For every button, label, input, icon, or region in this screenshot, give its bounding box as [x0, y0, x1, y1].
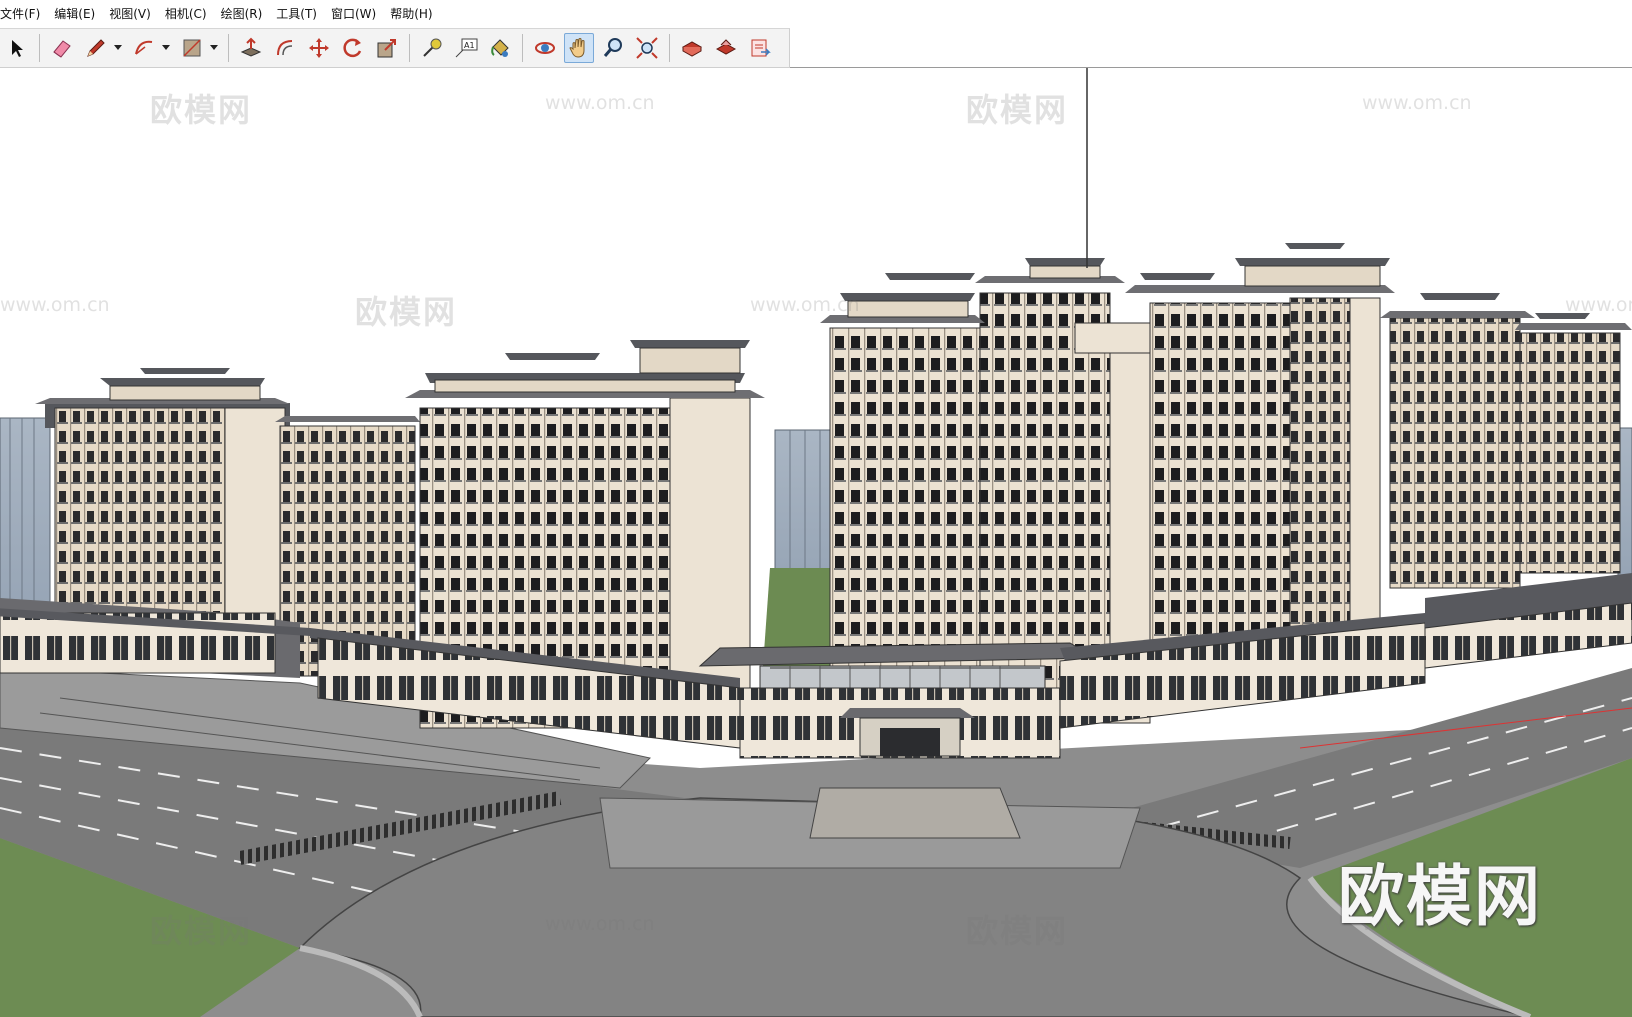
- select-tool-button[interactable]: [2, 33, 32, 63]
- push-pull-icon: [240, 37, 262, 57]
- watermark-url: www.om.cn: [1565, 294, 1632, 316]
- offset-tool-button[interactable]: [270, 33, 300, 63]
- watermark-text: 欧模网: [966, 912, 1069, 950]
- zoom-tool-button[interactable]: [598, 33, 628, 63]
- watermark-url: www.om.cn: [545, 92, 655, 114]
- scale-tool-button[interactable]: [372, 33, 402, 63]
- zoom-extents-tool-button[interactable]: [632, 33, 662, 63]
- menu-view[interactable]: 视图(V): [102, 0, 158, 28]
- toolbar-separator: [228, 34, 229, 62]
- menu-camera[interactable]: 相机(C): [158, 0, 214, 28]
- rotate-tool-button[interactable]: [338, 33, 368, 63]
- main-toolbar: A1: [0, 28, 790, 68]
- pan-tool-button[interactable]: [564, 33, 594, 63]
- rectangle-tool-button[interactable]: [177, 33, 207, 63]
- offset-icon: [277, 40, 293, 56]
- share-model-icon: [715, 39, 737, 55]
- layout-button[interactable]: [745, 33, 775, 63]
- move-icon: [309, 38, 329, 58]
- arc-icon: [135, 40, 153, 55]
- tape-measure-tool-button[interactable]: [417, 33, 447, 63]
- chevron-down-icon: [114, 45, 122, 50]
- model-viewport[interactable]: 欧模网 www.om.cn 欧模网 www.om.cn www.om.cn 欧模…: [0, 68, 1632, 1017]
- pencil-icon: [87, 39, 105, 57]
- menu-tools[interactable]: 工具(T): [269, 0, 324, 28]
- zoom-extents-icon: [636, 37, 658, 59]
- push-pull-tool-button[interactable]: [236, 33, 266, 63]
- move-tool-button[interactable]: [304, 33, 334, 63]
- pencil-tool-button[interactable]: [81, 33, 111, 63]
- menu-help[interactable]: 帮助(H): [383, 0, 439, 28]
- watermark-text: 欧模网: [150, 91, 253, 129]
- toolbar-empty-area: [790, 28, 1632, 68]
- watermark-url: www.om.cn: [750, 294, 860, 316]
- menu-bar: 文件(F) 编辑(E) 视图(V) 相机(C) 绘图(R) 工具(T) 窗口(W…: [0, 0, 1632, 28]
- orbit-tool-button[interactable]: [530, 33, 560, 63]
- toolbar-separator: [39, 34, 40, 62]
- menu-edit[interactable]: 编辑(E): [47, 0, 102, 28]
- zoom-icon: [603, 38, 622, 57]
- menu-draw[interactable]: 绘图(R): [214, 0, 270, 28]
- chevron-down-icon: [210, 45, 218, 50]
- rotate-icon: [343, 38, 362, 58]
- scale-icon: [377, 39, 396, 58]
- watermark-text: 欧模网: [966, 91, 1069, 129]
- warehouse-button[interactable]: [677, 33, 707, 63]
- text-tool-button[interactable]: A1: [451, 33, 481, 63]
- paint-bucket-icon: [491, 39, 509, 57]
- rectangle-dropdown[interactable]: [209, 33, 219, 63]
- watermark-url: www.om.cn: [545, 913, 655, 935]
- rectangle-icon: [183, 39, 201, 57]
- tape-measure-icon: [423, 38, 442, 57]
- eraser-icon: [53, 40, 71, 58]
- share-model-button[interactable]: [711, 33, 741, 63]
- watermark-text: 欧模网: [150, 912, 253, 950]
- toolbar-separator: [669, 34, 670, 62]
- arc-tool-button[interactable]: [129, 33, 159, 63]
- select-arrow-icon: [12, 40, 23, 57]
- eraser-tool-button[interactable]: [47, 33, 77, 63]
- arc-dropdown[interactable]: [161, 33, 171, 63]
- pan-hand-icon: [569, 38, 585, 58]
- chevron-down-icon: [162, 45, 170, 50]
- menu-file[interactable]: 文件(F): [0, 0, 47, 28]
- menu-window[interactable]: 窗口(W): [324, 0, 383, 28]
- warehouse-icon: [681, 41, 703, 57]
- watermark-url: www.om.cn: [1362, 92, 1472, 114]
- toolbar-separator: [409, 34, 410, 62]
- watermark-text: 欧模网: [355, 293, 458, 331]
- toolbar-separator: [522, 34, 523, 62]
- text-label-icon: A1: [455, 38, 478, 58]
- svg-text:A1: A1: [464, 41, 475, 50]
- watermark-url: www.om.cn: [0, 294, 110, 316]
- paint-bucket-tool-button[interactable]: [485, 33, 515, 63]
- watermark-logo: 欧模网: [1338, 858, 1542, 935]
- orbit-icon: [535, 42, 555, 54]
- pencil-dropdown[interactable]: [113, 33, 123, 63]
- layout-icon: [751, 39, 771, 57]
